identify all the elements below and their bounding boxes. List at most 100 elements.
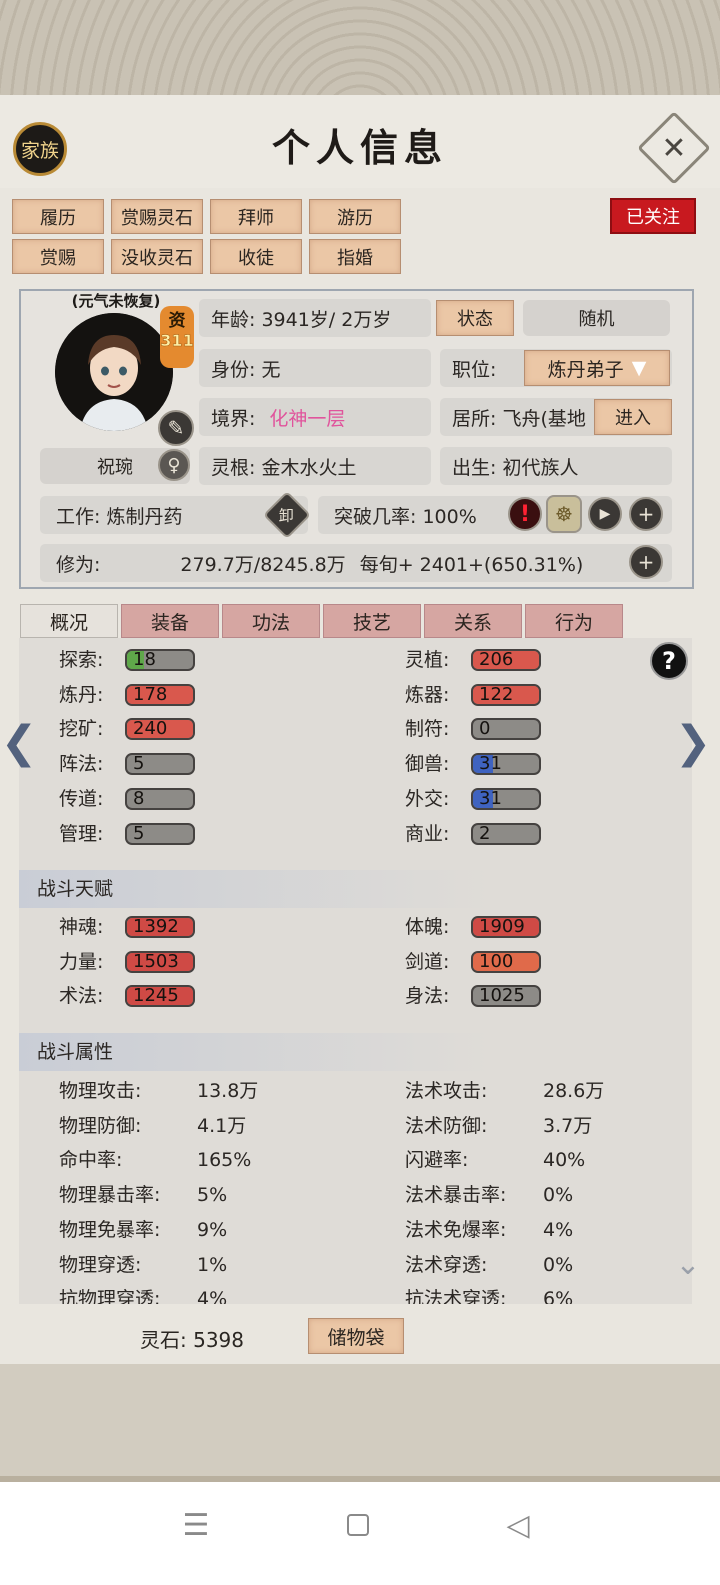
tab-overview[interactable]: 概况 (20, 604, 118, 638)
attribute-section-title: 战斗属性 (19, 1033, 692, 1071)
state-button[interactable]: 状态 (436, 300, 514, 336)
stat-label: 管理: (59, 822, 104, 845)
stat-bar: 1909 (471, 916, 541, 938)
attribute-value: 40% (543, 1149, 586, 1172)
stat-label: 商业: (405, 822, 450, 845)
attribute-label: 法术暴击率: (405, 1184, 507, 1207)
stat-bar: 18 (125, 649, 195, 671)
overview-content[interactable]: 战斗天赋 战斗属性 探索: 18 炼丹: 178 挖矿: 240 阵法: 5 传道: 8 管理: 5 灵… (19, 638, 692, 1304)
tab-relations[interactable]: 关系 (424, 604, 522, 638)
take-master-button[interactable]: 拜师 (210, 199, 302, 234)
stat-bar: 1503 (125, 950, 195, 973)
attribute-value: 6% (543, 1288, 574, 1304)
stat-value: 0 (479, 718, 491, 740)
stat-bar: 206 (471, 649, 541, 671)
attribute-value: 0% (543, 1184, 574, 1207)
reward-button[interactable]: 赏赐 (12, 239, 104, 274)
home-icon[interactable] (338, 1505, 378, 1545)
attribute-label: 抗法术穿透: (405, 1288, 507, 1304)
attribute-label: 法术免爆率: (405, 1218, 507, 1241)
help-icon[interactable]: ? (650, 642, 688, 680)
stat-bar: 31 (471, 753, 541, 776)
attribute-value: 0% (543, 1253, 574, 1276)
meditation-icon[interactable]: ☸ (546, 495, 582, 533)
name-text: 祝琬 (97, 457, 133, 478)
talent-section-title: 战斗天赋 (19, 870, 692, 908)
stat-value: 5 (133, 822, 145, 844)
travel-button[interactable]: 游历 (309, 199, 401, 234)
tab-behavior[interactable]: 行为 (525, 604, 623, 638)
unequip-label: 卸 (279, 506, 295, 525)
stat-value: 1245 (133, 985, 179, 1007)
avatar[interactable] (55, 313, 173, 431)
avatar-status: (元气未恢复) (71, 292, 161, 310)
attribute-label: 物理暴击率: (59, 1184, 161, 1207)
attribute-value: 4.1万 (197, 1114, 247, 1137)
realm-value: 化神一层 (269, 407, 346, 430)
stat-bar: 0 (471, 718, 541, 741)
plus-icon[interactable]: + (629, 497, 663, 531)
enter-button[interactable]: 进入 (594, 399, 672, 435)
stat-value: 178 (133, 683, 168, 705)
cultivation-field: 修为: 279.7万/8245.8万 每旬+ 2401+(650.31%) (40, 544, 672, 582)
tab-techniques[interactable]: 功法 (222, 604, 320, 638)
next-arrow-icon[interactable]: ❯ (675, 717, 712, 768)
stat-label: 探索: (59, 649, 104, 671)
stat-label: 神魂: (59, 916, 104, 938)
play-icon[interactable]: ▶ (588, 497, 622, 531)
stat-label: 御兽: (405, 753, 450, 776)
reward-stones-button[interactable]: 赏赐灵石 (111, 199, 203, 234)
storage-bag-button[interactable]: 储物袋 (308, 1318, 404, 1354)
position-select[interactable]: 炼丹弟子 ▼ (524, 350, 670, 386)
stat-bar: 1025 (471, 985, 541, 1008)
attribute-label: 闪避率: (405, 1149, 469, 1172)
stat-label: 阵法: (59, 753, 104, 776)
tab-equipment[interactable]: 装备 (121, 604, 219, 638)
identity-field: 身份: 无 (199, 349, 431, 387)
take-disciple-button[interactable]: 收徒 (210, 239, 302, 274)
attribute-value: 5% (197, 1184, 228, 1207)
stat-label: 体魄: (405, 916, 450, 938)
top-decor (0, 0, 720, 95)
clan-button[interactable]: 家族 (13, 122, 67, 176)
warning-icon[interactable]: ! (508, 497, 542, 531)
stat-bar: 5 (125, 822, 195, 845)
close-icon: ✕ (661, 130, 687, 166)
stat-value: 18 (133, 649, 156, 670)
attribute-value: 3.7万 (543, 1114, 593, 1137)
stat-bar: 240 (125, 718, 195, 741)
stat-label: 制符: (405, 718, 450, 741)
attribute-label: 命中率: (59, 1149, 123, 1172)
attribute-label: 法术穿透: (405, 1253, 488, 1276)
cultivation-plus-icon[interactable]: + (629, 545, 663, 579)
female-icon: ♀ (158, 449, 190, 481)
random-button[interactable]: 随机 (523, 300, 670, 336)
back-icon[interactable]: ◁ (498, 1505, 538, 1545)
stat-label: 炼器: (405, 683, 450, 706)
stat-bar: 1392 (125, 916, 195, 938)
menu-icon[interactable]: ☰ (176, 1505, 216, 1545)
arrange-marriage-button[interactable]: 指婚 (309, 239, 401, 274)
stat-bar: 122 (471, 683, 541, 706)
position-label: 职位: (452, 358, 497, 381)
cultivation-label: 修为: (56, 553, 101, 576)
resume-button[interactable]: 履历 (12, 199, 104, 234)
bottom-decor (0, 1364, 720, 1482)
stat-label: 炼丹: (59, 683, 104, 706)
attribute-label: 法术攻击: (405, 1080, 488, 1102)
attribute-value: 4% (197, 1288, 228, 1304)
prev-arrow-icon[interactable]: ❮ (1, 717, 38, 768)
cultivation-value: 279.7万/8245.8万 (180, 553, 346, 576)
scroll-down-icon[interactable]: ⌄ (668, 1250, 708, 1283)
attribute-label: 物理防御: (59, 1114, 142, 1137)
stat-value: 206 (479, 649, 514, 670)
confiscate-stones-button[interactable]: 没收灵石 (111, 239, 203, 274)
stat-value: 1392 (133, 916, 179, 937)
attribute-label: 物理攻击: (59, 1080, 142, 1102)
stat-bar: 5 (125, 753, 195, 776)
stat-value: 122 (479, 683, 514, 705)
edit-icon[interactable]: ✎ (158, 410, 194, 446)
attribute-value: 9% (197, 1218, 228, 1241)
tab-skills[interactable]: 技艺 (323, 604, 421, 638)
followed-button[interactable]: 已关注 (610, 198, 696, 234)
